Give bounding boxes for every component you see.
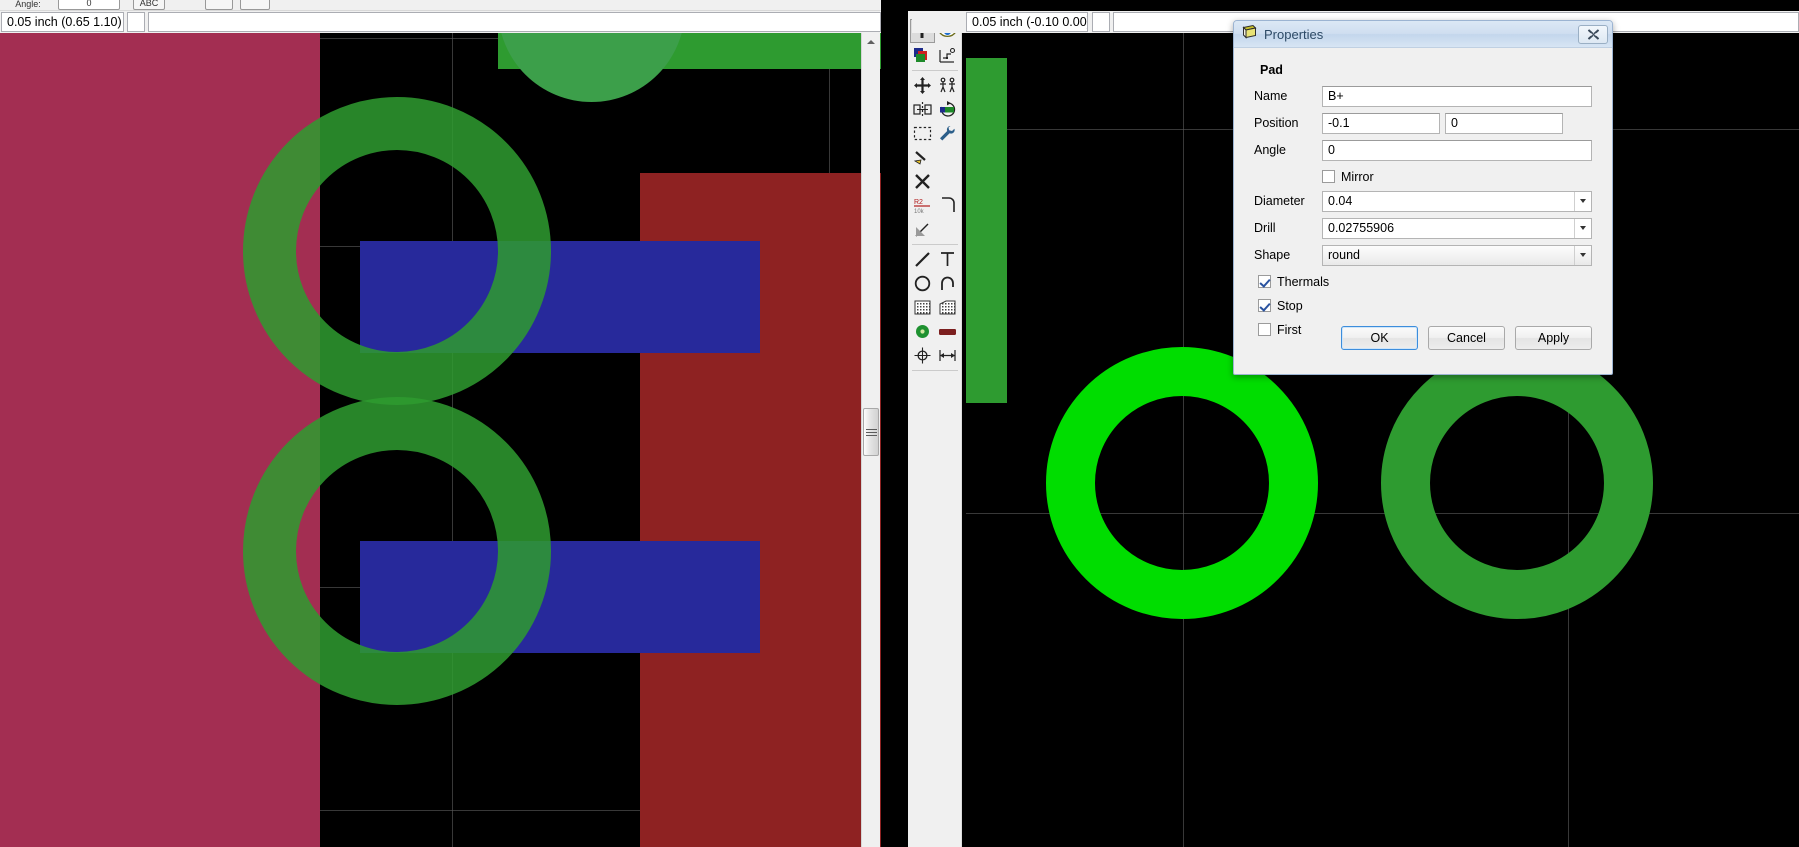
board-icon bbox=[1242, 24, 1257, 44]
left-status-spacer bbox=[127, 12, 145, 32]
position-label: Position bbox=[1254, 116, 1299, 130]
properties-dialog: Properties Pad Name B+ Position -0.1 0 A… bbox=[1233, 20, 1613, 375]
pad-section-title: Pad bbox=[1260, 63, 1283, 77]
drill-label: Drill bbox=[1254, 221, 1276, 235]
copper-pour-bottom-left[interactable] bbox=[0, 33, 320, 847]
pad-ring-selected[interactable] bbox=[1046, 347, 1318, 619]
left-command-line[interactable] bbox=[148, 12, 881, 32]
diameter-value: 0.04 bbox=[1328, 194, 1353, 208]
angle-label: Angle bbox=[1254, 143, 1286, 157]
diameter-label: Diameter bbox=[1254, 194, 1305, 208]
left-coordinate-status: 0.05 inch (0.65 1.10) bbox=[1, 12, 124, 32]
angle-input[interactable]: 0 bbox=[1322, 139, 1592, 161]
scrollbar-thumb[interactable] bbox=[863, 408, 879, 456]
diameter-combo[interactable]: 0.04 bbox=[1322, 190, 1592, 212]
pad-ring-upper[interactable] bbox=[243, 97, 551, 405]
left-board-editor: Angle: 0 ABC 0.05 inch (0.65 1.10) bbox=[0, 0, 881, 847]
drill-value: 0.02755906 bbox=[1328, 221, 1395, 235]
mirror-label: Mirror bbox=[1341, 169, 1374, 184]
field-row-stop: Stop bbox=[1254, 295, 1592, 316]
dialog-button-row: OK Cancel Apply bbox=[1254, 326, 1592, 350]
drill-combo[interactable]: 0.02755906 bbox=[1322, 217, 1592, 239]
angle-label: Angle: bbox=[15, 0, 41, 9]
dialog-body: Pad Name B+ Position -0.1 0 Angle 0 Mirr… bbox=[1240, 51, 1606, 368]
field-row-position: Position -0.1 0 bbox=[1254, 112, 1592, 134]
application-window: Angle: 0 ABC 0.05 inch (0.65 1.10) R2 10… bbox=[0, 0, 1799, 847]
shape-label: Shape bbox=[1254, 248, 1291, 262]
thermals-label: Thermals bbox=[1277, 274, 1330, 289]
name-label: Name bbox=[1254, 89, 1288, 103]
close-icon[interactable] bbox=[1578, 24, 1608, 44]
apply-button[interactable]: Apply bbox=[1515, 326, 1592, 350]
layer-icon[interactable] bbox=[172, 0, 194, 10]
left-status-row: 0.05 inch (0.65 1.10) bbox=[0, 11, 881, 33]
field-row-thermals: Thermals bbox=[1254, 271, 1592, 292]
left-vertical-scrollbar[interactable] bbox=[861, 33, 880, 847]
pad-ring-secondary[interactable] bbox=[1381, 347, 1653, 619]
name-input[interactable]: B+ bbox=[1322, 85, 1592, 107]
ok-button[interactable]: OK bbox=[1341, 326, 1418, 350]
view-2-button[interactable] bbox=[240, 0, 270, 10]
pad-top-green-highlight bbox=[498, 33, 685, 102]
right-coordinate-status: 0.05 inch (-0.10 0.00) bbox=[966, 12, 1088, 32]
shape-value: round bbox=[1328, 248, 1360, 262]
position-y-input[interactable]: 0 bbox=[1445, 112, 1563, 134]
chevron-down-icon[interactable] bbox=[1574, 218, 1591, 238]
mirror-checkbox[interactable] bbox=[1322, 170, 1335, 183]
field-row-mirror: Mirror bbox=[1254, 166, 1592, 187]
stop-label: Stop bbox=[1277, 298, 1303, 313]
stop-checkbox[interactable] bbox=[1258, 299, 1271, 312]
field-row-shape: Shape round bbox=[1254, 244, 1592, 266]
scroll-up-arrow[interactable] bbox=[862, 33, 880, 50]
field-row-angle: Angle 0 bbox=[1254, 139, 1592, 161]
thermals-checkbox[interactable] bbox=[1258, 275, 1271, 288]
cancel-button[interactable]: Cancel bbox=[1428, 326, 1505, 350]
view-1-button[interactable] bbox=[205, 0, 233, 10]
pad-rect-green[interactable] bbox=[966, 58, 1007, 403]
right-status-spacer bbox=[1092, 12, 1110, 32]
position-x-input[interactable]: -0.1 bbox=[1322, 112, 1440, 134]
left-pcb-canvas[interactable] bbox=[0, 33, 881, 847]
dialog-title: Properties bbox=[1264, 26, 1324, 42]
field-row-diameter: Diameter 0.04 bbox=[1254, 190, 1592, 212]
abc-button[interactable]: ABC bbox=[133, 0, 165, 10]
chevron-down-icon[interactable] bbox=[1574, 245, 1591, 265]
pad-ring-lower[interactable] bbox=[243, 397, 551, 705]
left-toolbar-strip: Angle: 0 ABC bbox=[0, 0, 881, 11]
field-row-name: Name B+ bbox=[1254, 85, 1592, 107]
shape-combo[interactable]: round bbox=[1322, 244, 1592, 266]
angle-value-field[interactable]: 0 bbox=[58, 0, 120, 10]
chevron-down-icon[interactable] bbox=[1574, 191, 1591, 211]
dialog-titlebar[interactable]: Properties bbox=[1234, 21, 1612, 48]
field-row-drill: Drill 0.02755906 bbox=[1254, 217, 1592, 239]
